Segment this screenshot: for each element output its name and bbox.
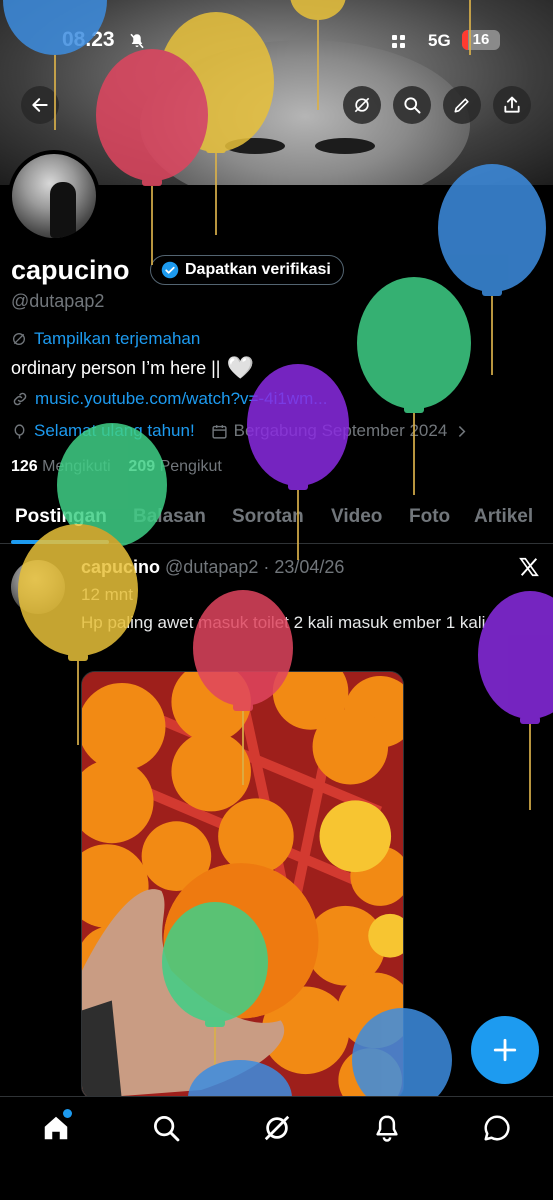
balloon-icon	[14, 423, 25, 439]
search-icon	[404, 97, 421, 114]
nav-search[interactable]	[151, 1113, 181, 1143]
back-arrow-icon	[32, 98, 48, 112]
tab-balasan[interactable]: Balasan	[133, 506, 206, 528]
post-header: capucino @dutapap2 · 23/04/26	[81, 557, 344, 578]
status-bar: 08.23 5G 16	[0, 28, 553, 56]
banner-eye	[315, 138, 375, 154]
nav-grok[interactable]	[262, 1113, 292, 1143]
profile-bio: ordinary person I’m here || 🤍	[11, 355, 254, 381]
post-author-avatar[interactable]	[11, 560, 65, 614]
signal-icon	[392, 35, 405, 48]
battery-level: 16	[472, 31, 490, 48]
translate-bio-link[interactable]: Tampilkan terjemahan	[11, 329, 200, 349]
x-logo-icon[interactable]	[518, 556, 540, 578]
verified-badge-icon	[161, 261, 179, 279]
profile-meta: Selamat ulang tahun! Bergabung September…	[11, 421, 470, 441]
tab-foto[interactable]: Foto	[409, 506, 450, 528]
post-text: Hp paling awet masuk toilet 2 kali masuk…	[81, 613, 486, 632]
share-button[interactable]	[493, 86, 531, 124]
back-button[interactable]	[21, 86, 59, 124]
edit-button[interactable]	[443, 86, 481, 124]
tab-artikel[interactable]: Artikel	[474, 506, 533, 528]
followers-label: Pengikut	[159, 458, 222, 475]
post-author-name[interactable]: capucino	[81, 557, 160, 577]
tab-postingan[interactable]: Postingan	[15, 506, 107, 528]
translate-icon	[13, 333, 25, 345]
profile-website-link[interactable]: music.youtube.com/watch?v=-4i1wm...	[11, 389, 327, 409]
nav-home[interactable]	[41, 1109, 72, 1143]
silent-bell-icon	[130, 33, 144, 49]
following-link[interactable]: 126 Mengikuti	[11, 458, 111, 475]
post-image[interactable]	[81, 671, 404, 1100]
translate-label: Tampilkan terjemahan	[34, 329, 201, 348]
search-icon	[154, 1116, 180, 1142]
notifications-icon	[376, 1115, 398, 1142]
plus-icon	[493, 1038, 517, 1062]
grok-icon	[354, 97, 370, 113]
search-button[interactable]	[393, 86, 431, 124]
edit-icon	[454, 98, 469, 113]
oranges-photo	[82, 672, 403, 1099]
profile-handle: @dutapap2	[11, 291, 105, 311]
profile-tabs: Postingan Balasan Sorotan Video Foto Art…	[0, 496, 553, 544]
bio-text: ordinary person I’m here ||	[11, 357, 221, 378]
tab-video[interactable]: Video	[331, 506, 382, 528]
active-tab-indicator	[11, 540, 109, 544]
post-duration: 12 mnt	[81, 585, 133, 604]
network-type: 5G	[428, 31, 451, 50]
compose-post-button[interactable]	[471, 1016, 539, 1084]
share-icon	[504, 96, 520, 113]
website-url: music.youtube.com/watch?v=-4i1wm...	[35, 389, 328, 408]
grok-icon	[264, 1115, 290, 1141]
white-heart-icon: 🤍	[226, 355, 254, 380]
messages-icon	[484, 1115, 510, 1141]
grok-button[interactable]	[343, 86, 381, 124]
follow-stats: 126 Mengikuti 209 Pengikut	[11, 458, 222, 476]
link-icon	[13, 392, 27, 406]
status-time: 08.23	[62, 28, 115, 51]
bottom-navigation	[0, 1096, 553, 1200]
get-verified-label: Dapatkan verifikasi	[185, 261, 331, 278]
birthday-text[interactable]: Selamat ulang tahun!	[34, 421, 195, 441]
banner-eye	[225, 138, 285, 154]
battery-indicator: 16	[462, 30, 500, 50]
nav-messages[interactable]	[482, 1113, 512, 1143]
notification-dot	[63, 1109, 72, 1118]
following-label: Mengikuti	[42, 458, 111, 475]
profile-avatar[interactable]	[8, 150, 100, 242]
joined-date: Bergabung September 2024	[233, 421, 448, 440]
tab-sorotan[interactable]: Sorotan	[232, 506, 304, 528]
display-name: capucino	[11, 255, 130, 285]
get-verified-button[interactable]: Dapatkan verifikasi	[150, 255, 344, 285]
chevron-right-icon[interactable]	[453, 423, 470, 440]
calendar-icon	[212, 424, 227, 439]
following-count: 126	[11, 458, 38, 475]
followers-link[interactable]: 209 Pengikut	[128, 458, 221, 475]
post-meta: @dutapap2 · 23/04/26	[165, 557, 345, 577]
nav-notifications[interactable]	[372, 1113, 402, 1143]
followers-count: 209	[128, 458, 156, 475]
